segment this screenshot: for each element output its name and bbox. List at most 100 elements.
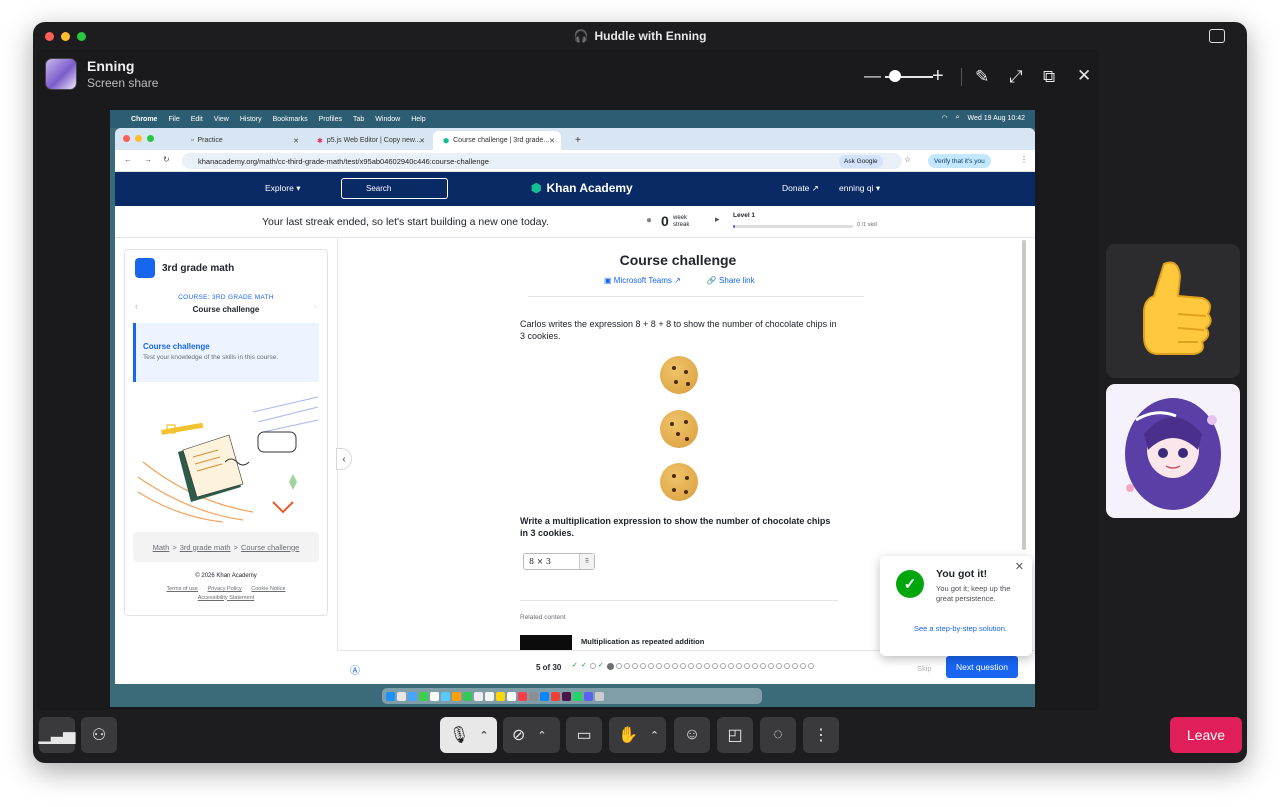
scrollbar[interactable] xyxy=(1022,240,1026,550)
menu-view[interactable]: View xyxy=(214,116,229,123)
menu-file[interactable]: File xyxy=(168,116,179,123)
share-link-button[interactable]: 🔗 Share link xyxy=(707,276,755,285)
chrome-icon[interactable] xyxy=(551,691,560,701)
zoom-window-button[interactable] xyxy=(77,32,86,41)
terms-link[interactable]: Terms of use xyxy=(166,586,197,592)
keypad-icon[interactable]: ⠿ xyxy=(579,554,594,569)
course-heading[interactable]: 3rd grade math xyxy=(135,258,234,278)
menu-app-name[interactable]: Chrome xyxy=(131,116,157,123)
next-question-button[interactable]: Next question xyxy=(946,656,1018,678)
share-screen-button[interactable]: ▭ xyxy=(566,717,602,753)
notes-icon[interactable] xyxy=(496,691,505,701)
breadcrumb-course-challenge[interactable]: Course challenge xyxy=(241,543,299,552)
appstore-icon[interactable] xyxy=(540,691,549,701)
tab-p5js[interactable]: ✱ p5.js Web Editor | Copy new... ✕ xyxy=(307,131,431,150)
launchpad-icon[interactable] xyxy=(397,691,406,701)
microphone-button[interactable]: 🎙 ⌃ xyxy=(440,717,497,753)
search-icon[interactable]: ⌕ xyxy=(956,114,960,122)
bookmark-star-icon[interactable]: ☆ xyxy=(904,155,911,164)
back-icon[interactable]: ← xyxy=(124,155,132,164)
camera-button[interactable]: ⊘ ⌃ xyxy=(503,717,560,753)
calendar-icon[interactable] xyxy=(474,691,483,701)
participant-tile-reaction[interactable] xyxy=(1106,244,1240,378)
course-challenge-card[interactable]: Course challenge Test your knowledge of … xyxy=(133,323,319,382)
teams-share-link[interactable]: ▣ Microsoft Teams ↗ xyxy=(604,276,681,285)
close-icon[interactable]: ✕ xyxy=(1077,67,1091,85)
search-input[interactable]: Search xyxy=(341,178,448,199)
browser-minimize-button[interactable] xyxy=(135,135,142,142)
minimize-window-button[interactable] xyxy=(61,32,70,41)
contacts-icon[interactable] xyxy=(485,691,494,701)
breadcrumb-3rd-grade-math[interactable]: 3rd grade math xyxy=(180,543,231,552)
menu-tab[interactable]: Tab xyxy=(353,116,364,123)
zoom-out-icon[interactable]: — xyxy=(864,67,881,85)
pop-out-icon[interactable] xyxy=(1209,29,1225,43)
play-icon[interactable]: ▸ xyxy=(715,214,720,225)
menu-history[interactable]: History xyxy=(240,116,262,123)
participant-tile-enning[interactable] xyxy=(1106,384,1240,518)
close-tab-icon[interactable]: ✕ xyxy=(419,137,425,145)
more-options-button[interactable]: ⋮ xyxy=(803,717,839,753)
chevron-left-icon[interactable]: ‹ xyxy=(135,301,138,311)
finder-icon[interactable] xyxy=(386,691,395,701)
zoom-slider-handle[interactable] xyxy=(889,70,901,82)
skip-button[interactable]: Skip xyxy=(917,664,932,673)
step-by-step-link[interactable]: See a step-by-step solution. xyxy=(914,624,1007,633)
menu-edit[interactable]: Edit xyxy=(191,116,203,123)
safari-icon[interactable] xyxy=(408,691,417,701)
related-thumbnail[interactable] xyxy=(520,635,572,650)
whatsapp-icon[interactable] xyxy=(573,691,582,701)
menu-window[interactable]: Window xyxy=(375,116,400,123)
browser-close-button[interactable] xyxy=(123,135,130,142)
close-tab-icon[interactable]: ✕ xyxy=(293,137,299,145)
answer-input[interactable]: 8 × 3 ⠿ xyxy=(523,553,595,570)
cookie-link[interactable]: Cookie Notice xyxy=(251,586,285,592)
privacy-link[interactable]: Privacy Policy xyxy=(208,586,242,592)
sticker-button[interactable]: ◰ xyxy=(717,717,753,753)
forward-icon[interactable]: → xyxy=(144,155,152,164)
network-quality-button[interactable]: ▁▃▅ xyxy=(39,717,75,753)
reminders-icon[interactable] xyxy=(507,691,516,701)
new-tab-button[interactable]: + xyxy=(565,131,585,150)
pop-out-share-icon[interactable]: ⧉ xyxy=(1043,68,1055,86)
thread-button[interactable]: ◌ xyxy=(760,717,796,753)
raise-hand-button[interactable]: ✋ ⌃ xyxy=(609,717,666,753)
browser-menu-icon[interactable]: ⋮ xyxy=(1020,155,1028,164)
menu-bookmarks[interactable]: Bookmarks xyxy=(273,116,308,123)
close-window-button[interactable] xyxy=(45,32,54,41)
messages-icon[interactable] xyxy=(419,691,428,701)
menu-clock[interactable]: Wed 19 Aug 10:42 xyxy=(968,115,1025,122)
menu-profiles[interactable]: Profiles xyxy=(319,116,342,123)
maps-icon[interactable] xyxy=(441,691,450,701)
khan-logo[interactable]: ⬢ Khan Academy xyxy=(531,181,633,195)
donate-link[interactable]: Donate ↗ xyxy=(782,183,819,194)
course-label[interactable]: COURSE: 3RD GRADE MATH xyxy=(125,294,327,301)
address-bar[interactable]: khanacademy.org/math/cc-third-grade-math… xyxy=(182,153,902,169)
accessibility-icon[interactable]: Ⓐ xyxy=(350,662,360,677)
slack-icon[interactable] xyxy=(562,691,571,701)
menu-help[interactable]: Help xyxy=(411,116,425,123)
reactions-button[interactable]: ☺ xyxy=(674,717,710,753)
chevron-up-icon[interactable]: ⌃ xyxy=(537,729,546,742)
chevron-right-icon[interactable]: › xyxy=(314,301,317,311)
accessibility-link[interactable]: Accessibility Statement xyxy=(198,595,255,601)
explore-menu[interactable]: Explore ▾ xyxy=(265,183,300,194)
zoom-in-icon[interactable]: + xyxy=(932,66,944,86)
browser-zoom-button[interactable] xyxy=(147,135,154,142)
fit-screen-icon[interactable]: ⤢ xyxy=(1009,68,1023,86)
mail-icon[interactable] xyxy=(430,691,439,701)
ask-google-button[interactable]: Ask Google xyxy=(839,155,883,168)
verify-button[interactable]: Verify that it's you xyxy=(928,154,991,168)
chevron-up-icon[interactable]: ⌃ xyxy=(650,729,659,742)
breadcrumb-math[interactable]: Math xyxy=(153,543,170,552)
music-icon[interactable] xyxy=(518,691,527,701)
leave-button[interactable]: Leave xyxy=(1170,717,1242,753)
related-title[interactable]: Multiplication as repeated addition xyxy=(581,637,704,646)
add-people-button[interactable]: ⚇ xyxy=(81,717,117,753)
trash-icon[interactable] xyxy=(595,691,604,701)
photos-icon[interactable] xyxy=(452,691,461,701)
draw-pencil-icon[interactable]: ✎ xyxy=(975,68,989,86)
discord-icon[interactable] xyxy=(584,691,593,701)
tab-course-challenge[interactable]: ⬢ Course challenge | 3rd grade... ✕ xyxy=(433,131,561,150)
tab-practice[interactable]: ▫ Practice ✕ xyxy=(181,131,305,150)
